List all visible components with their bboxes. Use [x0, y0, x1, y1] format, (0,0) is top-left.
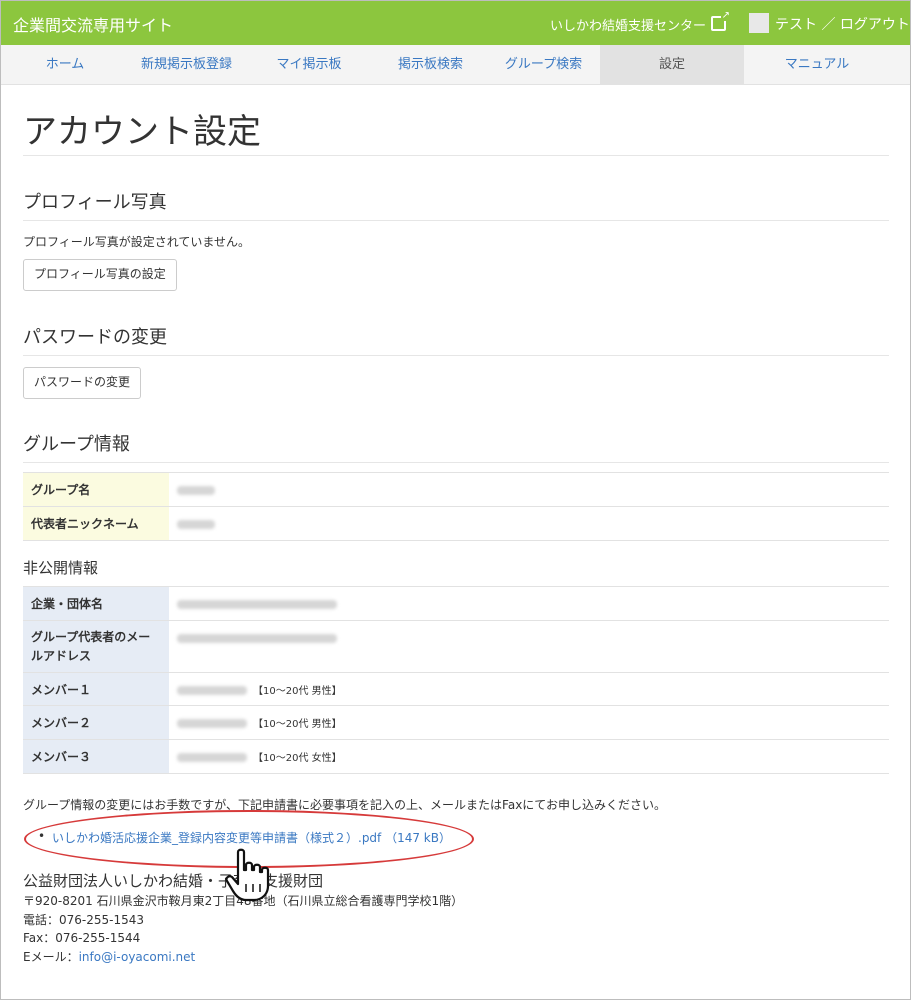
- group-name-label: グループ名: [23, 472, 169, 507]
- application-form-link[interactable]: いしかわ婚活応援企業_登録内容変更等申請書（様式２）.pdf （147 kB）: [52, 829, 451, 846]
- divider: [23, 155, 889, 156]
- member-2-tag: 【10～20代 男性】: [253, 719, 342, 730]
- private-info-table: 企業・団体名 グループ代表者のメールアドレス メンバー１ 【10～20代 男性】…: [23, 586, 889, 774]
- profile-photo-button[interactable]: プロフィール写真の設定: [23, 259, 177, 291]
- group-info-heading: グループ情報: [23, 434, 130, 455]
- redacted-text: [177, 599, 337, 609]
- nav-item-my-board[interactable]: マイ掲示板: [244, 45, 374, 84]
- company-value: [169, 586, 889, 621]
- member-2-value: 【10～20代 男性】: [169, 705, 889, 740]
- org-name: 公益財団法人いしかわ結婚・子育て支援財団: [23, 872, 324, 890]
- table-row: メンバー１ 【10～20代 男性】: [23, 672, 889, 706]
- list-bullet: •: [38, 829, 46, 843]
- nav-item-home[interactable]: ホーム: [1, 45, 129, 84]
- hand-pointer-icon: [225, 848, 270, 902]
- group-info-table: グループ名 代表者ニックネーム: [23, 472, 889, 541]
- nav-item-manual[interactable]: マニュアル: [744, 45, 890, 84]
- member-3-tag: 【10～20代 女性】: [253, 753, 342, 764]
- site-brand[interactable]: 企業間交流専用サイト: [13, 12, 173, 36]
- header-bar: 企業間交流専用サイト いしかわ結婚支援センター テスト ／ ログアウト: [1, 1, 910, 45]
- company-label: 企業・団体名: [23, 586, 169, 621]
- divider: [23, 220, 889, 221]
- table-row: メンバー２ 【10～20代 男性】: [23, 705, 889, 740]
- table-row: 企業・団体名: [23, 586, 889, 621]
- password-heading: パスワードの変更: [23, 327, 167, 348]
- table-row: 代表者ニックネーム: [23, 506, 889, 541]
- redacted-text: [177, 519, 215, 529]
- redacted-text: [177, 719, 247, 728]
- org-email-link[interactable]: info@i-oyacomi.net: [79, 950, 196, 964]
- member-1-value: 【10～20代 男性】: [169, 672, 889, 706]
- nav-item-group-search[interactable]: グループ検索: [487, 45, 600, 84]
- member-3-label: メンバー３: [23, 739, 169, 774]
- support-center-link[interactable]: いしかわ結婚支援センター: [550, 10, 730, 34]
- main-nav: ホーム 新規掲示板登録 マイ掲示板 掲示板検索 グループ検索 設定 マニュアル: [1, 45, 910, 85]
- private-info-heading: 非公開情報: [23, 559, 99, 577]
- org-email-line: Eメール：info@i-oyacomi.net: [23, 948, 195, 965]
- member-3-value: 【10～20代 女性】: [169, 739, 889, 774]
- table-row: グループ代表者のメールアドレス: [23, 620, 889, 673]
- table-row: メンバー３ 【10～20代 女性】: [23, 739, 889, 774]
- redacted-text: [177, 634, 337, 643]
- profile-photo-heading: プロフィール写真: [23, 192, 167, 213]
- profile-photo-status: プロフィール写真が設定されていません。: [23, 235, 251, 249]
- change-password-button[interactable]: パスワードの変更: [23, 367, 142, 399]
- nav-item-new-board[interactable]: 新規掲示板登録: [129, 45, 244, 84]
- nickname-label: 代表者ニックネーム: [23, 506, 169, 541]
- group-name-value: [169, 472, 889, 507]
- divider: [23, 355, 889, 356]
- email-value: [169, 620, 889, 673]
- member-1-tag: 【10～20代 男性】: [253, 685, 342, 697]
- redacted-text: [177, 485, 215, 495]
- org-fax: Fax：076-255-1544: [23, 931, 141, 945]
- redacted-text: [177, 753, 247, 762]
- external-link-icon: [711, 10, 730, 31]
- org-tel: 電話：076-255-1543: [23, 913, 145, 927]
- support-center-link-label: いしかわ結婚支援センター: [550, 19, 707, 34]
- redacted-text: [177, 685, 247, 695]
- nickname-value: [169, 506, 889, 541]
- divider: [23, 462, 889, 463]
- user-logout-link[interactable]: テスト ／ ログアウト: [775, 14, 910, 34]
- org-email-label: Eメール：: [23, 950, 79, 964]
- nav-item-settings[interactable]: 設定: [600, 45, 744, 84]
- table-row: グループ名: [23, 472, 889, 507]
- member-2-label: メンバー２: [23, 705, 169, 740]
- avatar: [749, 13, 769, 33]
- member-1-label: メンバー１: [23, 672, 169, 706]
- page-title: アカウント設定: [23, 112, 261, 152]
- email-label: グループ代表者のメールアドレス: [23, 620, 169, 673]
- nav-item-board-search[interactable]: 掲示板検索: [374, 45, 487, 84]
- change-notice: グループ情報の変更にはお手数ですが、下記申請書に必要事項を記入の上、メールまたは…: [23, 798, 666, 812]
